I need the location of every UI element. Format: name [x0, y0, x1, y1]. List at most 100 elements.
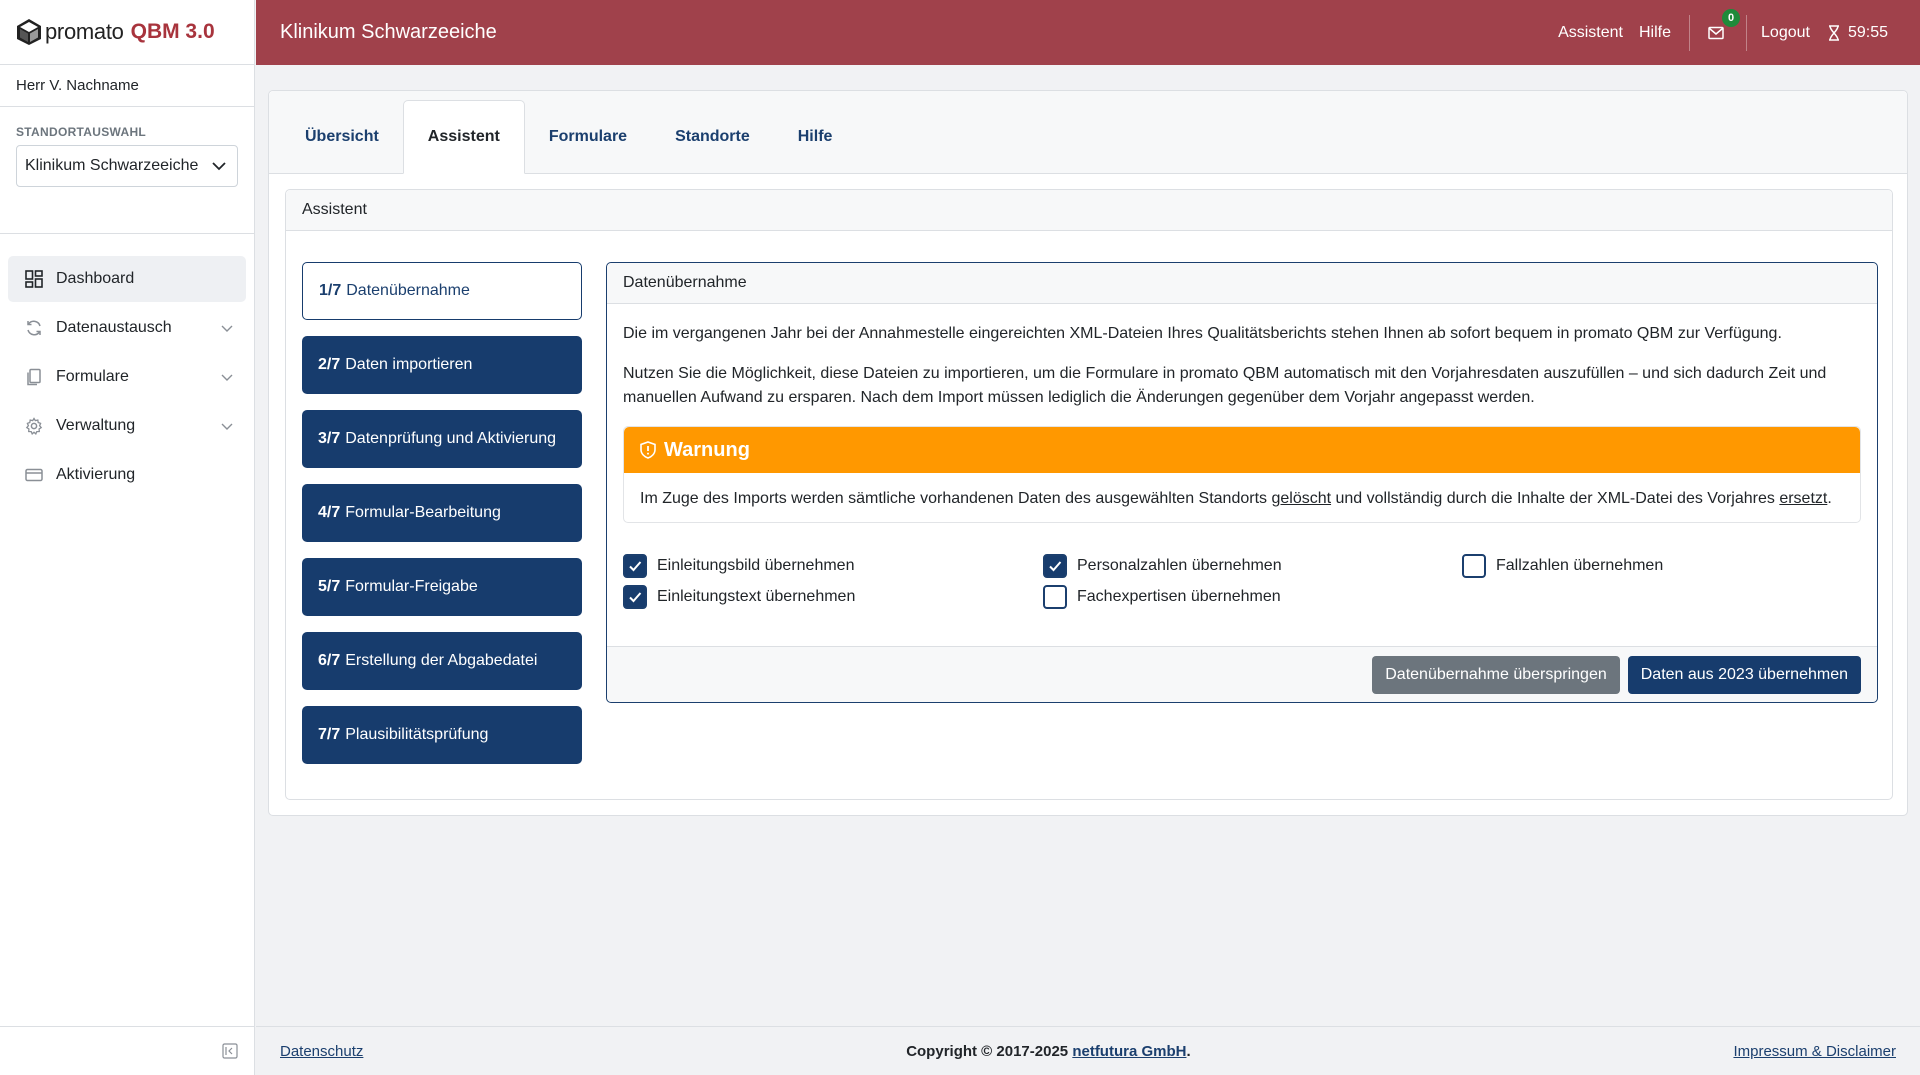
- tab-standorte[interactable]: Standorte: [651, 100, 774, 173]
- sidebar-item-label: Dashboard: [56, 270, 135, 287]
- step-3-button[interactable]: 3/7 Datenprüfung und Aktivierung: [302, 410, 582, 468]
- step-4-button[interactable]: 4/7 Formular-Bearbeitung: [302, 484, 582, 542]
- tab-assistent[interactable]: Assistent: [402, 100, 525, 174]
- sidebar-item-label: Aktivierung: [56, 466, 136, 483]
- step-list: 1/7 Datenübernahme 2/7 Daten importieren 3…: [302, 262, 582, 780]
- sidebar-item-datenaustausch[interactable]: Datenaustausch: [8, 305, 246, 351]
- step-6-button[interactable]: 6/7 Erstellung der Abgabedatei: [302, 632, 582, 690]
- top-bar: Klinikum Schwarzeeiche Assistent Hilfe 0…: [256, 0, 1920, 65]
- checkmark-icon: [629, 560, 642, 571]
- assistant-card: Assistent 1/7 Datenübernahme 2/7 Daten imp…: [285, 189, 1893, 800]
- card-icon: [24, 465, 44, 485]
- mail-icon: [1708, 26, 1724, 39]
- sidebar-item-formulare[interactable]: Formulare: [8, 354, 246, 400]
- copyright: Copyright © 2017-2025 netfutura GmbH.: [906, 1043, 1190, 1060]
- import-data-button[interactable]: Daten aus 2023 übernehmen: [1627, 655, 1861, 694]
- warning-text-part: Im Zuge des Imports werden sämtliche vor…: [640, 490, 1272, 507]
- standort-select[interactable]: Klinikum Schwarzeeiche: [16, 145, 238, 187]
- checkbox-unchecked[interactable]: [1043, 584, 1067, 609]
- logo-product: QBM 3.0: [130, 20, 215, 43]
- logout-link[interactable]: Logout: [1761, 24, 1810, 42]
- header-link-assistent[interactable]: Assistent: [1558, 24, 1623, 42]
- info-paragraph: Nutzen Sie die Möglichkeit, diese Dateie…: [623, 365, 1827, 406]
- step-number: 6/7: [318, 652, 341, 669]
- chevron-down-icon: [221, 423, 233, 430]
- warning-text-part: .: [1827, 490, 1832, 507]
- step-number: 7/7: [318, 726, 341, 743]
- checkbox-checked[interactable]: [1043, 553, 1067, 578]
- panel-title: Datenübernahme: [607, 263, 1877, 304]
- checkbox-einleitungsbild[interactable]: Einleitungsbild übernehmen: [623, 553, 1043, 578]
- sidebar-item-verwaltung[interactable]: Verwaltung: [8, 403, 246, 449]
- datenuebernahme-panel: Datenübernahme Die im vergangenen Jahr b…: [606, 262, 1878, 703]
- copyright-text: Copyright © 2017-2025: [906, 1042, 1073, 1060]
- header-divider: [1689, 14, 1691, 51]
- step-number: 3/7: [318, 430, 341, 447]
- privacy-link[interactable]: Datenschutz: [280, 1043, 363, 1060]
- gear-icon: [24, 416, 44, 436]
- step-number: 2/7: [318, 356, 341, 373]
- checkbox-label: Personalzahlen übernehmen: [1077, 556, 1282, 574]
- logo[interactable]: promato QBM 3.0: [0, 0, 254, 65]
- warning-text-part: und vollständig durch die Inhalte der XM…: [1331, 490, 1780, 507]
- step-5-button[interactable]: 5/7 Formular-Freigabe: [302, 558, 582, 616]
- imprint-link[interactable]: Impressum & Disclaimer: [1733, 1043, 1896, 1060]
- sidebar-item-label: Verwaltung: [56, 417, 136, 434]
- tab-uebersicht[interactable]: Übersicht: [281, 100, 403, 173]
- session-timer-value: 59:55: [1847, 23, 1888, 41]
- warning-header: Warnung: [624, 427, 1860, 473]
- messages-button[interactable]: 0: [1704, 8, 1741, 45]
- step-1-button[interactable]: 1/7 Datenübernahme: [302, 262, 582, 320]
- step-number: 1/7: [319, 282, 342, 299]
- checkbox-checked[interactable]: [623, 553, 647, 578]
- panel-body: Die im vergangenen Jahr bei der Annahmes…: [607, 304, 1877, 609]
- user-name: Herr V. Nachname: [0, 65, 254, 107]
- sidebar-item-dashboard[interactable]: Dashboard: [8, 256, 246, 302]
- tab-formulare[interactable]: Formulare: [525, 100, 651, 173]
- sync-icon: [24, 318, 44, 338]
- checkbox-fallzahlen[interactable]: Fallzahlen übernehmen: [1462, 553, 1762, 578]
- checkbox-einleitungstext[interactable]: Einleitungstext übernehmen: [623, 584, 1043, 609]
- shield-alert-icon: [640, 441, 656, 459]
- checkbox-label: Einleitungstext übernehmen: [657, 587, 856, 605]
- sidebar-item-label: Datenaustausch: [56, 319, 172, 336]
- checkbox-fachexpertisen[interactable]: Fachexpertisen übernehmen: [1043, 584, 1462, 609]
- chevron-down-icon: [212, 162, 226, 171]
- import-options: Einleitungsbild übernehmen Personalzahle…: [623, 553, 1861, 609]
- warning-emphasis-ersetzt: ersetzt: [1779, 490, 1828, 507]
- checkbox-label: Fallzahlen übernehmen: [1496, 556, 1664, 574]
- header-divider: [1746, 14, 1748, 51]
- sidebar: promato QBM 3.0 Herr V. Nachname STANDOR…: [0, 0, 255, 1075]
- warning-emphasis-geloescht: gelöscht: [1271, 490, 1332, 507]
- step-label: Datenübernahme: [346, 282, 470, 299]
- sidebar-footer: [0, 1026, 254, 1075]
- standort-label: STANDORTAUSWAHL: [16, 125, 147, 139]
- company-link[interactable]: netfutura GmbH: [1072, 1043, 1186, 1060]
- sidebar-item-aktivierung[interactable]: Aktivierung: [8, 452, 246, 498]
- checkbox-personalzahlen[interactable]: Personalzahlen übernehmen: [1043, 553, 1462, 578]
- copy-icon: [24, 367, 44, 387]
- step-label: Plausibilitätsprüfung: [345, 726, 489, 743]
- step-2-button[interactable]: 2/7 Daten importieren: [302, 336, 582, 394]
- collapse-sidebar-icon[interactable]: [222, 1043, 238, 1059]
- skip-import-button[interactable]: Datenübernahme überspringen: [1372, 655, 1620, 694]
- step-label: Formular-Bearbeitung: [345, 504, 501, 521]
- warning-title: Warnung: [664, 439, 750, 461]
- step-number: 5/7: [318, 578, 341, 595]
- panel-footer: Datenübernahme überspringen Daten aus 20…: [607, 646, 1877, 702]
- standort-selected-value: Klinikum Schwarzeeiche: [25, 157, 199, 174]
- header-link-hilfe[interactable]: Hilfe: [1639, 24, 1671, 42]
- intro-paragraph: Die im vergangenen Jahr bei der Annahmes…: [623, 325, 1782, 342]
- step-number: 4/7: [318, 504, 341, 521]
- logo-cube-icon: [17, 19, 41, 45]
- step-label: Datenprüfung und Aktivierung: [345, 430, 557, 447]
- checkbox-unchecked[interactable]: [1462, 553, 1486, 578]
- step-label: Daten importieren: [345, 356, 473, 373]
- tab-hilfe[interactable]: Hilfe: [774, 100, 857, 173]
- checkmark-icon: [1049, 560, 1062, 571]
- warning-text: Im Zuge des Imports werden sämtliche vor…: [624, 473, 1860, 522]
- chevron-down-icon: [221, 325, 233, 332]
- checkbox-checked[interactable]: [623, 584, 647, 609]
- logo-word: promato: [45, 19, 124, 44]
- step-7-button[interactable]: 7/7 Plausibilitätsprüfung: [302, 706, 582, 764]
